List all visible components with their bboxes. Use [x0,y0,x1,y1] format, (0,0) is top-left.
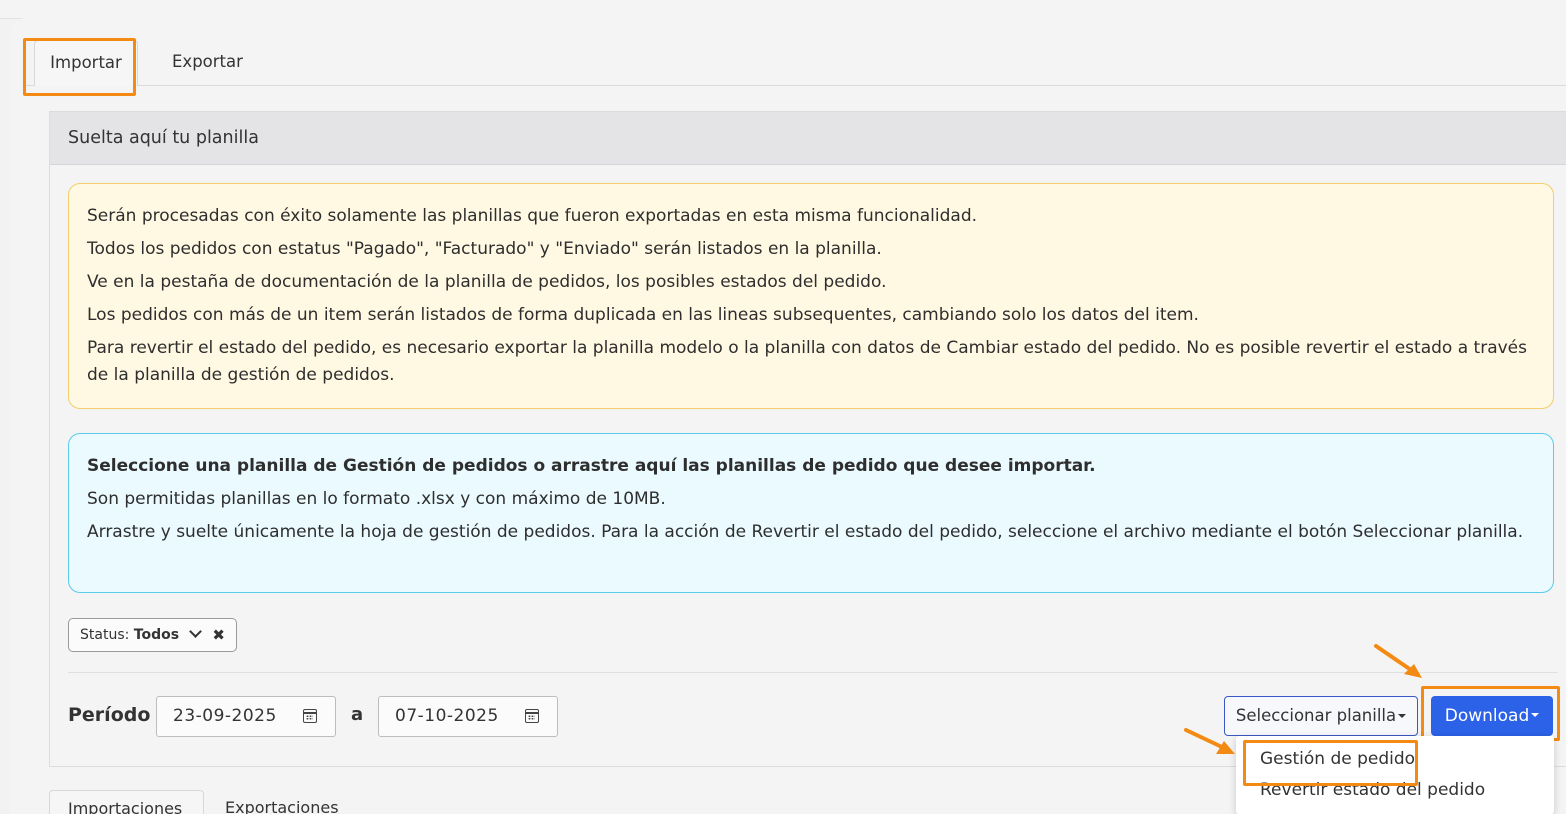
info-line-1: Son permitidas planillas en lo formato .… [87,489,666,509]
calendar-icon[interactable] [525,709,539,723]
select-template-label: Seleccionar planilla [1235,706,1397,725]
date-to-value: 07-10-2025 [395,706,499,726]
chevron-down-icon[interactable] [188,625,202,638]
warning-line-1: Serán procesadas con éxito solamente las… [87,206,978,226]
warning-line-3: Ve en la pestaña de documentación de la … [87,272,887,292]
date-to-input[interactable]: 07-10-2025 [378,696,558,737]
calendar-icon[interactable] [303,709,317,723]
status-filter-chip[interactable]: Status: Todos ✖ [68,618,237,652]
import-panel: Suelta aquí tu planilla Serán procesadas… [49,111,1566,767]
download-button[interactable]: Download [1431,696,1553,736]
info-heading-text: Seleccione una planilla de Gestión de pe… [87,456,1096,476]
date-from-value: 23-09-2025 [173,706,277,726]
caret-down-icon [1531,713,1540,717]
period-label: Período [68,704,151,726]
menu-item-revertir-estado[interactable]: Revertir estado del pedido [1260,780,1485,800]
divider [68,672,1558,673]
status-filter-value: Todos [133,627,180,643]
history-tabs: Importaciones Exportaciones [49,790,1229,814]
download-label: Download [1444,706,1530,726]
period-separator: a [351,704,364,725]
status-filter-prefix: Status: [80,627,130,643]
tab-exportar[interactable]: Exportar [158,40,257,86]
drop-zone-title: Suelta aquí tu planilla [50,112,1566,165]
warning-line-4: Los pedidos con más de un item serán lis… [87,305,1199,325]
close-icon[interactable]: ✖ [212,619,225,651]
info-alert[interactable]: Seleccione una planilla de Gestión de pe… [68,433,1554,593]
tab-importaciones[interactable]: Importaciones [49,790,204,814]
warning-alert: Serán procesadas con éxito solamente las… [68,183,1554,409]
info-heading: Seleccione una planilla de Gestión de pe… [87,450,1535,483]
import-export-tabs: Importar Exportar [26,40,1566,86]
tab-exportaciones[interactable]: Exportaciones [207,790,357,814]
download-dropdown-menu: Gestión de pedido Revertir estado del pe… [1236,736,1554,814]
select-template-button[interactable]: Seleccionar planilla [1224,696,1418,736]
info-line-2: Arrastre y suelte únicamente la hoja de … [87,522,1524,542]
caret-down-icon [1398,713,1407,718]
warning-line-5: Para revertir el estado del pedido, es n… [87,338,1527,385]
tab-importar[interactable]: Importar [34,40,138,86]
menu-item-gestion-de-pedido[interactable]: Gestión de pedido [1260,749,1415,769]
date-from-input[interactable]: 23-09-2025 [156,696,336,737]
warning-line-2: Todos los pedidos con estatus "Pagado", … [87,239,882,259]
